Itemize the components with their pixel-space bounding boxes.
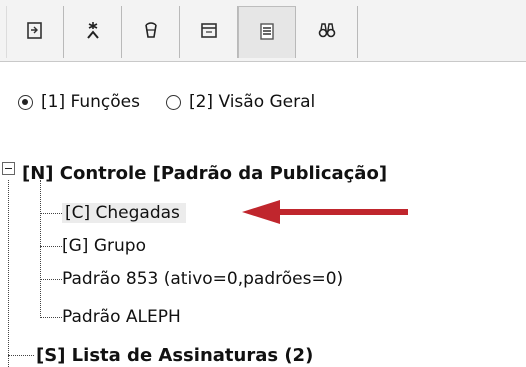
tree-connector bbox=[40, 246, 62, 247]
toolbar-button-binoculars[interactable] bbox=[296, 6, 358, 58]
radio-overview-label: [2] Visão Geral bbox=[188, 92, 316, 112]
tree-root-label: [S] Lista de Assinaturas (2) bbox=[36, 344, 314, 366]
tree-root-controle[interactable]: [N] Controle [Padrão da Publicação] bbox=[22, 158, 387, 188]
tree-root-lista-assinaturas[interactable]: [S] Lista de Assinaturas (2) bbox=[36, 340, 313, 367]
asterisk-person-icon bbox=[82, 19, 104, 45]
tree-view: [N] Controle [Padrão da Publicação] [C] … bbox=[0, 158, 526, 367]
tree-item-chegadas[interactable]: [C] Chegadas bbox=[62, 198, 186, 228]
tree-connector bbox=[40, 279, 62, 280]
toolbar-button-list[interactable] bbox=[238, 6, 296, 58]
tree-root-label: [N] Controle [Padrão da Publicação] bbox=[22, 162, 388, 184]
radio-functions-label: [1] Funções bbox=[41, 92, 140, 112]
toolbar-button-bag[interactable] bbox=[122, 6, 180, 58]
tree-item-label: [G] Grupo bbox=[62, 236, 146, 256]
tree-connector bbox=[8, 355, 34, 356]
radio-overview-indicator[interactable] bbox=[165, 94, 181, 110]
toolbar-button-asterisk[interactable] bbox=[64, 6, 122, 58]
toolbar-tabstrip bbox=[6, 6, 526, 58]
tree-item-label: Padrão 853 (ativo=0,padrões=0) bbox=[62, 269, 344, 289]
toolbar-button-document[interactable] bbox=[6, 6, 64, 58]
tree-item-grupo[interactable]: [G] Grupo bbox=[62, 231, 146, 261]
tree-item-padrao-aleph[interactable]: Padrão ALEPH bbox=[62, 302, 181, 332]
tree-item-padrao-853[interactable]: Padrão 853 (ativo=0,padrões=0) bbox=[62, 264, 343, 294]
tree-item-label: Padrão ALEPH bbox=[62, 307, 181, 327]
radio-functions-indicator[interactable] bbox=[18, 94, 33, 110]
annotation-arrow-icon bbox=[242, 200, 408, 224]
binoculars-icon bbox=[316, 19, 338, 45]
tree-connector bbox=[40, 180, 41, 318]
tree-connector bbox=[40, 317, 62, 318]
list-icon bbox=[256, 20, 278, 46]
bag-icon bbox=[140, 19, 162, 45]
toolbar bbox=[0, 0, 526, 62]
window-icon bbox=[198, 19, 220, 45]
document-arrow-icon bbox=[24, 19, 46, 45]
radio-overview[interactable]: [2] Visão Geral bbox=[165, 92, 316, 112]
toolbar-button-window[interactable] bbox=[180, 6, 238, 58]
tree-connector bbox=[40, 213, 62, 214]
radio-functions[interactable]: [1] Funções bbox=[18, 92, 140, 112]
tree-connector bbox=[8, 180, 9, 367]
tree-item-label: [C] Chegadas bbox=[62, 203, 186, 223]
view-options: [1] Funções [2] Visão Geral bbox=[18, 86, 518, 118]
collapse-toggle[interactable] bbox=[2, 162, 15, 175]
